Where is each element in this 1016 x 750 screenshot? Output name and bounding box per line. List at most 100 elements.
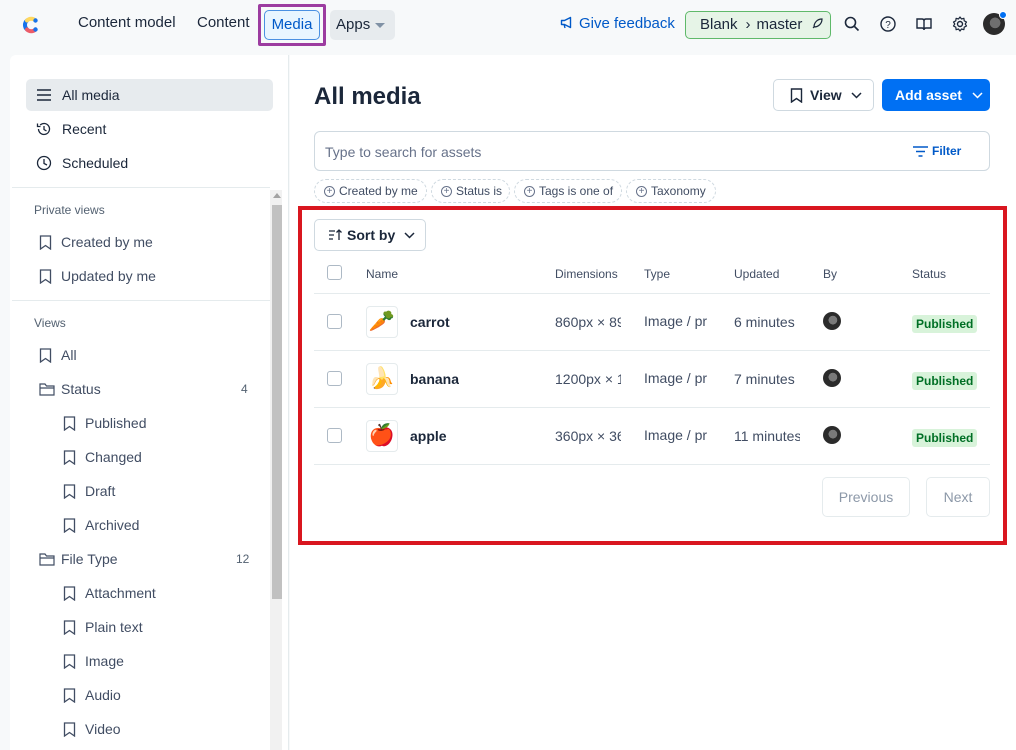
asset-updated: 11 minutes — [734, 428, 800, 444]
sidebar-item-label: All — [61, 347, 77, 363]
bookmark-icon — [63, 484, 76, 499]
sidebar-item-label: Created by me — [61, 234, 153, 250]
asset-type: Image / pr — [644, 370, 708, 386]
private-views-title: Private views — [34, 203, 105, 217]
search-icon[interactable] — [843, 15, 861, 33]
column-header-name[interactable]: Name — [366, 267, 398, 281]
menu-icon — [37, 89, 51, 101]
megaphone-icon — [560, 16, 572, 29]
chip-created-by-me[interactable]: + Created by me — [314, 179, 427, 203]
nav-media[interactable]: Media — [264, 10, 320, 40]
previous-page-button[interactable]: Previous — [822, 477, 910, 517]
sidebar-item-label: File Type — [61, 551, 118, 567]
column-header-status[interactable]: Status — [912, 267, 946, 281]
asset-name[interactable]: apple — [410, 428, 447, 444]
view-button-label: View — [810, 87, 842, 103]
chevron-right-icon: › — [745, 16, 751, 33]
next-page-button[interactable]: Next — [926, 477, 990, 517]
sidebar-scrollbar-thumb[interactable] — [272, 205, 282, 599]
svg-text:?: ? — [885, 20, 891, 31]
sort-by-button[interactable]: Sort by — [314, 219, 426, 251]
chip-label: Tags is one of — [539, 184, 614, 198]
plus-icon: + — [636, 186, 647, 197]
status-badge: Published — [912, 429, 977, 447]
environment-badge[interactable]: Blank › master — [685, 11, 831, 39]
chip-taxonomy[interactable]: + Taxonomy — [626, 179, 716, 203]
asset-updated: 6 minutes — [734, 314, 795, 330]
filter-button[interactable]: Filter — [913, 144, 962, 158]
row-divider — [314, 464, 990, 465]
sidebar-divider — [12, 300, 270, 301]
asset-name[interactable]: banana — [410, 371, 459, 387]
row-divider — [314, 407, 990, 408]
nav-apps-label: Apps — [336, 16, 371, 33]
row-checkbox[interactable] — [327, 428, 342, 443]
sidebar-item-recent[interactable]: Recent — [26, 113, 273, 145]
folder-icon — [39, 383, 55, 396]
bookmark-icon — [63, 620, 76, 635]
nav-content[interactable]: Content — [197, 14, 250, 31]
plus-icon: + — [524, 186, 535, 197]
select-all-checkbox[interactable] — [327, 265, 342, 280]
asset-thumbnail[interactable]: 🍎 — [366, 420, 398, 452]
nav-content-model[interactable]: Content model — [78, 14, 176, 31]
settings-icon[interactable] — [951, 15, 969, 33]
sidebar-item-all-media[interactable]: All media — [26, 79, 273, 111]
filter-label: Filter — [932, 144, 962, 158]
docs-icon[interactable] — [915, 15, 933, 33]
sidebar-item-label: Status — [61, 381, 101, 397]
rocket-icon — [812, 18, 823, 29]
sidebar-item-label: Audio — [85, 687, 121, 703]
asset-dimensions: 860px × 89 — [555, 314, 621, 330]
column-header-updated[interactable]: Updated — [734, 267, 779, 281]
column-header-by[interactable]: By — [823, 267, 837, 281]
sidebar-item-label: Video — [85, 721, 121, 737]
asset-name[interactable]: carrot — [410, 314, 450, 330]
sidebar-divider — [12, 187, 270, 188]
bookmark-icon — [790, 88, 803, 103]
sort-by-label: Sort by — [347, 227, 396, 243]
column-header-dimensions[interactable]: Dimensions — [555, 267, 618, 281]
view-button[interactable]: View — [773, 79, 874, 111]
search-box: Filter — [314, 131, 990, 171]
sidebar-item-label: Recent — [62, 121, 107, 137]
row-checkbox[interactable] — [327, 371, 342, 386]
give-feedback-link[interactable]: Give feedback — [560, 15, 675, 32]
file-type-count: 12 — [236, 552, 250, 566]
add-asset-label: Add asset — [895, 87, 962, 103]
chip-tags-is-one-of[interactable]: + Tags is one of — [514, 179, 622, 203]
help-icon[interactable]: ? — [879, 15, 897, 33]
author-avatar — [823, 426, 841, 444]
status-badge: Published — [912, 315, 977, 333]
row-checkbox[interactable] — [327, 314, 342, 329]
chip-status-is[interactable]: + Status is — [431, 179, 510, 203]
sidebar-item-scheduled[interactable]: Scheduled — [26, 147, 273, 179]
column-header-type[interactable]: Type — [644, 267, 670, 281]
scroll-up-arrow-icon[interactable] — [273, 193, 281, 198]
search-input[interactable] — [325, 142, 885, 162]
filter-icon — [913, 146, 928, 157]
caret-down-icon — [375, 22, 386, 28]
author-avatar — [823, 369, 841, 387]
chevron-down-icon — [851, 92, 862, 99]
bookmark-icon — [63, 586, 76, 601]
main-panel: All media View Add asset Filter + Created… — [290, 55, 1016, 750]
asset-dimensions: 1200px × 1 — [555, 371, 621, 387]
space-name: Blank — [700, 16, 738, 33]
asset-thumbnail[interactable]: 🍌 — [366, 363, 398, 395]
bookmark-icon — [39, 269, 52, 284]
asset-thumbnail[interactable]: 🥕 — [366, 306, 398, 338]
contentful-logo[interactable] — [18, 12, 44, 38]
chip-label: Created by me — [339, 184, 418, 198]
add-asset-button[interactable]: Add asset — [882, 79, 990, 111]
notification-dot — [999, 11, 1007, 19]
chip-label: Status is — [456, 184, 503, 198]
give-feedback-label: Give feedback — [579, 15, 675, 32]
sidebar: All media Recent Scheduled Private views… — [10, 55, 289, 750]
sidebar-item-label: Scheduled — [62, 155, 129, 171]
sidebar-item-label: All media — [62, 87, 120, 103]
sidebar-item-label: Image — [85, 653, 124, 669]
page-title: All media — [314, 83, 421, 110]
status-badge: Published — [912, 372, 977, 390]
nav-apps[interactable]: Apps — [330, 10, 395, 40]
